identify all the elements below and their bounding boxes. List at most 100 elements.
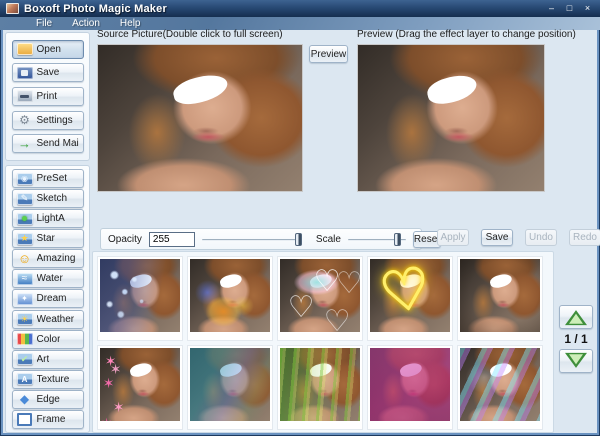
- effect-thumbnail[interactable]: [187, 345, 273, 430]
- sidebar-item-frame[interactable]: Frame: [12, 410, 84, 429]
- app-window: Boxoft Photo Magic Maker – □ × File Acti…: [0, 0, 600, 436]
- menu-action[interactable]: Action: [64, 18, 108, 29]
- sidebar-item-art[interactable]: Art: [12, 350, 84, 369]
- sidebar-item-edge[interactable]: Edge: [12, 390, 84, 409]
- sidebar-item-label: Sketch: [37, 193, 68, 204]
- effect-thumbnail[interactable]: [457, 256, 543, 341]
- sidebar-item-send-mail[interactable]: Send Mail: [12, 134, 84, 153]
- sidebar-item-texture[interactable]: Texture: [12, 370, 84, 389]
- title-bar: Boxoft Photo Magic Maker – □ ×: [0, 0, 600, 17]
- edge-diamond-icon: [17, 393, 33, 405]
- effect-controls-panel: Opacity Scale Reset: [100, 228, 422, 250]
- sidebar-item-water[interactable]: Water: [12, 269, 84, 288]
- sidebar-item-lighta[interactable]: LightA: [12, 209, 84, 228]
- effect-preview-image: [460, 259, 540, 332]
- effect-thumbnail[interactable]: [187, 256, 273, 341]
- sidebar-item-label: Color: [37, 334, 61, 345]
- sidebar-effect-group: PreSet Sketch LightA Star Amazing Water: [5, 165, 90, 433]
- preset-photo-icon: [17, 173, 33, 185]
- effect-thumbnail[interactable]: [457, 345, 543, 430]
- source-picture[interactable]: [97, 44, 303, 192]
- effect-preview-image: [280, 348, 360, 421]
- sidebar-item-print[interactable]: Print: [12, 87, 84, 106]
- sidebar-item-label: Water: [37, 273, 63, 284]
- sidebar-item-color[interactable]: Color: [12, 330, 84, 349]
- undo-button[interactable]: Undo: [525, 229, 557, 246]
- sidebar-item-label: Open: [37, 44, 61, 55]
- opacity-slider-handle[interactable]: [295, 233, 302, 246]
- down-green-triangle-icon: [569, 354, 583, 364]
- effect-thumbnail[interactable]: [367, 345, 453, 430]
- effect-thumbnail[interactable]: [97, 345, 183, 430]
- color-palette-icon: [17, 333, 33, 345]
- sidebar-item-weather[interactable]: Weather: [12, 310, 84, 329]
- star-icon: [17, 233, 33, 245]
- app-icon: [6, 3, 19, 14]
- sidebar-item-save[interactable]: Save: [12, 63, 84, 82]
- scale-slider[interactable]: [348, 233, 406, 246]
- effect-thumbnail[interactable]: [367, 256, 453, 341]
- sidebar-item-open[interactable]: Open: [12, 40, 84, 59]
- scale-slider-handle[interactable]: [394, 233, 401, 246]
- effect-preview-image: [280, 259, 360, 332]
- apply-button[interactable]: Apply: [437, 229, 469, 246]
- sidebar-item-label: LightA: [37, 213, 65, 224]
- sketch-pencil-icon: [17, 193, 33, 205]
- window-title: Boxoft Photo Magic Maker: [24, 3, 167, 15]
- opacity-slider-track: [202, 239, 302, 241]
- opacity-label: Opacity: [108, 234, 142, 245]
- menu-help[interactable]: Help: [112, 18, 149, 29]
- scale-label: Scale: [316, 234, 341, 245]
- water-wave-icon: [17, 273, 33, 285]
- effect-preview-image: [370, 259, 450, 332]
- page-down-button[interactable]: [559, 349, 593, 373]
- sidebar-item-label: Weather: [37, 314, 75, 325]
- redo-button[interactable]: Redo: [569, 229, 600, 246]
- action-buttons: Apply Save Undo Redo: [437, 229, 600, 246]
- sidebar-item-amazing[interactable]: Amazing: [12, 249, 84, 268]
- sidebar-item-label: Frame: [37, 414, 66, 425]
- minimize-icon[interactable]: –: [545, 3, 558, 14]
- effect-thumbnail[interactable]: [277, 345, 363, 430]
- art-check-icon: [17, 353, 33, 365]
- sidebar-item-label: Dream: [37, 293, 67, 304]
- dream-sparkle-icon: [17, 293, 33, 305]
- sidebar-item-label: Texture: [37, 374, 70, 385]
- page-indicator: 1 / 1: [564, 332, 587, 346]
- window-controls: – □ ×: [545, 3, 594, 14]
- sidebar-item-dream[interactable]: Dream: [12, 289, 84, 308]
- sidebar: Open Save Print Settings Send Mail: [5, 32, 90, 433]
- sidebar-item-label: Edge: [37, 394, 60, 405]
- page-up-button[interactable]: [559, 305, 593, 329]
- sidebar-item-label: PreSet: [37, 173, 68, 184]
- effect-thumbnail[interactable]: [277, 256, 363, 341]
- texture-letter-icon: [17, 373, 33, 385]
- effect-preview-image: [190, 348, 270, 421]
- effect-thumbnail[interactable]: [97, 256, 183, 341]
- sidebar-item-label: Settings: [37, 115, 73, 126]
- open-folder-icon: [17, 43, 33, 55]
- sidebar-item-settings[interactable]: Settings: [12, 111, 84, 130]
- thumbnail-pager: 1 / 1: [556, 305, 596, 373]
- close-icon[interactable]: ×: [581, 3, 594, 14]
- sidebar-item-label: Star: [37, 233, 55, 244]
- sidebar-item-star[interactable]: Star: [12, 229, 84, 248]
- sidebar-item-label: Send Mail: [37, 138, 79, 149]
- sidebar-item-label: Amazing: [37, 253, 76, 264]
- maximize-icon[interactable]: □: [563, 3, 576, 14]
- sidebar-item-label: Art: [37, 354, 50, 365]
- send-mail-arrow-icon: [17, 138, 33, 150]
- preview-panel-label: Preview (Drag the effect layer to change…: [357, 29, 576, 40]
- menu-file[interactable]: File: [28, 18, 60, 29]
- opacity-input[interactable]: [149, 232, 195, 247]
- sidebar-item-sketch[interactable]: Sketch: [12, 189, 84, 208]
- save-effect-button[interactable]: Save: [481, 229, 513, 246]
- printer-icon: [17, 90, 33, 102]
- sidebar-item-label: Save: [37, 67, 60, 78]
- sidebar-item-preset[interactable]: PreSet: [12, 169, 84, 188]
- effect-preview-image: [460, 348, 540, 421]
- preview-button[interactable]: Preview: [309, 45, 348, 63]
- up-green-triangle-icon: [569, 314, 583, 324]
- opacity-slider[interactable]: [202, 233, 302, 246]
- preview-picture[interactable]: [357, 44, 545, 192]
